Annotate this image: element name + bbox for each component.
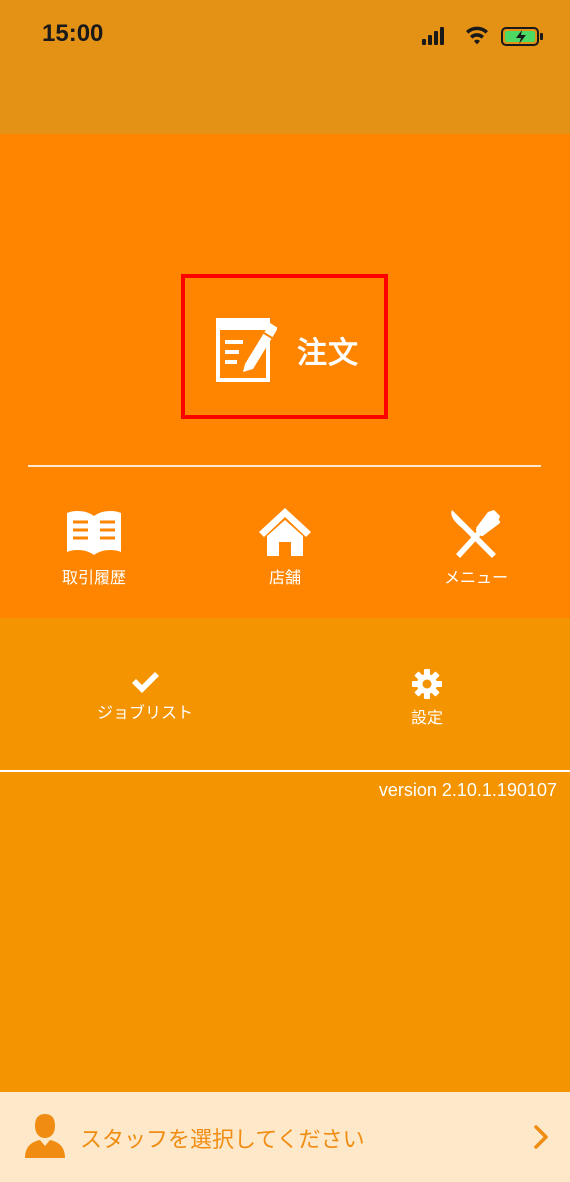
battery-icon: [501, 27, 543, 46]
settings-label: 設定: [410, 708, 443, 727]
fork-knife-icon: [451, 510, 500, 558]
staff-select-bar[interactable]: スタッフを選択してください: [0, 1092, 570, 1182]
gear-icon: [412, 669, 442, 699]
version-text: version 2.10.1.190107: [378, 780, 557, 800]
joblist-label: ジョブリスト: [96, 703, 193, 722]
order-edit-icon: [216, 318, 277, 382]
joblist-button[interactable]: ジョブリスト: [55, 669, 235, 723]
nav-item-store[interactable]: 店舗: [210, 506, 360, 588]
signal-icon: [422, 27, 444, 45]
staff-select-label: スタッフを選択してください: [80, 1128, 365, 1153]
order-button[interactable]: 注文: [181, 274, 388, 419]
nav-label-history: 取引履歴: [61, 568, 126, 587]
nav-item-history[interactable]: 取引履歴: [19, 508, 169, 588]
user-icon: [25, 1114, 65, 1158]
section-divider: [28, 465, 541, 467]
home-icon: [259, 508, 311, 556]
checkmark-icon: [132, 672, 159, 693]
nav-label-menu: メニュー: [443, 568, 508, 587]
nav-label-store: 店舗: [268, 568, 301, 587]
wifi-icon: [466, 26, 488, 45]
order-label: 注文: [297, 336, 359, 371]
status-icons: [422, 26, 543, 46]
status-time: 15:00: [42, 20, 104, 47]
bottom-divider: [0, 770, 570, 772]
status-bar: 15:00: [0, 0, 570, 134]
settings-button[interactable]: 設定: [337, 668, 517, 728]
book-icon: [67, 511, 121, 555]
nav-item-menu[interactable]: メニュー: [401, 506, 551, 588]
chevron-right-icon: [534, 1125, 548, 1149]
